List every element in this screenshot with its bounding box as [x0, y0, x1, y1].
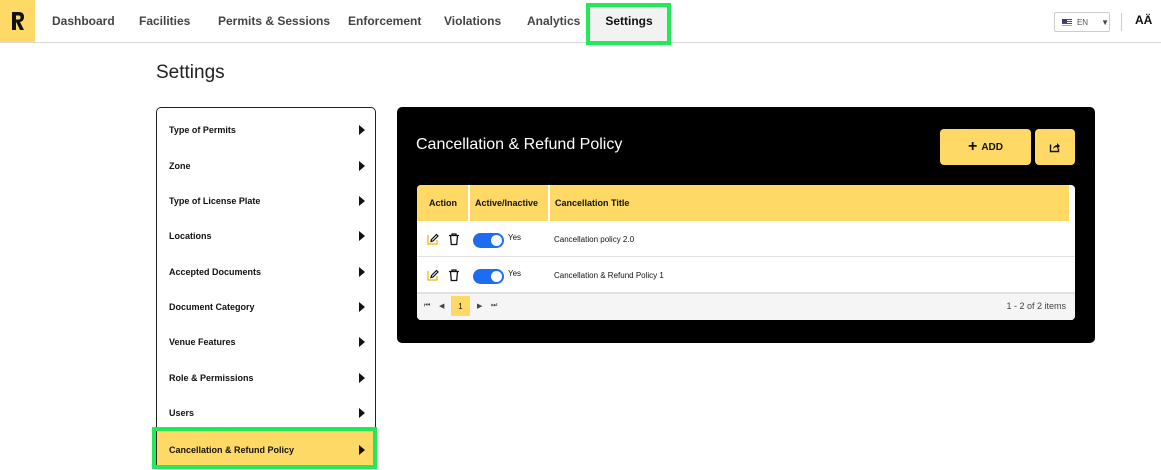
nav-permits-sessions[interactable]: Permits & Sessions — [218, 0, 330, 42]
column-header-action[interactable]: Action — [429, 185, 457, 221]
next-page-icon[interactable]: ▶ — [477, 302, 482, 310]
caret-right-icon — [359, 230, 365, 241]
caret-right-icon — [359, 407, 365, 418]
column-divider — [548, 185, 550, 221]
column-header-active-inactive[interactable]: Active/Inactive — [475, 185, 538, 221]
nav-enforcement[interactable]: Enforcement — [348, 0, 421, 42]
sidebar-item-locations[interactable]: Locations — [157, 218, 375, 253]
nav-dashboard[interactable]: Dashboard — [52, 0, 115, 42]
add-button[interactable]: + ADD — [940, 129, 1031, 165]
caret-right-icon — [359, 195, 365, 206]
language-select[interactable]: EN ▼ — [1054, 12, 1110, 32]
export-button[interactable] — [1035, 129, 1075, 165]
sidebar-item-label: Zone — [169, 160, 191, 171]
top-navbar: Dashboard Facilities Permits & Sessions … — [0, 0, 1161, 45]
column-divider — [468, 185, 470, 221]
nav-facilities[interactable]: Facilities — [139, 0, 190, 42]
sidebar-item-users[interactable]: Users — [157, 395, 375, 430]
active-status-label: Yes — [508, 233, 522, 242]
policy-table: Action Active/Inactive Cancellation Titl… — [417, 185, 1075, 320]
nav-violations[interactable]: Violations — [444, 0, 501, 42]
sidebar-item-label: Users — [169, 407, 195, 418]
share-icon — [1049, 143, 1060, 153]
sidebar-item-zone[interactable]: Zone — [157, 148, 375, 183]
sidebar-item-role-permissions[interactable]: Role & Permissions — [157, 360, 375, 395]
column-header-cancellation-title[interactable]: Cancellation Title — [555, 185, 629, 221]
sidebar-item-label: Type of License Plate — [169, 195, 261, 206]
sidebar-item-label: Venue Features — [169, 336, 236, 347]
sidebar-item-label: Cancellation & Refund Policy — [169, 445, 295, 455]
caret-right-icon — [359, 445, 365, 455]
sidebar-item-accepted-documents[interactable]: Accepted Documents — [157, 254, 375, 289]
caret-right-icon — [359, 160, 365, 171]
delete-icon[interactable] — [447, 268, 461, 282]
last-page-icon[interactable]: ⏭ — [491, 302, 497, 310]
page-title: Settings — [156, 62, 225, 83]
first-page-icon[interactable]: ⏮ — [424, 302, 430, 310]
plus-icon: + — [967, 138, 978, 155]
sidebar-item-document-category[interactable]: Document Category — [157, 289, 375, 324]
language-code: EN — [1076, 17, 1089, 27]
sidebar-item-type-of-permits[interactable]: Type of Permits — [157, 112, 375, 147]
sidebar-item-label: Locations — [169, 230, 212, 241]
table-header: Action Active/Inactive Cancellation Titl… — [417, 185, 1069, 221]
caret-right-icon — [359, 372, 365, 383]
table-row: Yes Cancellation policy 2.0 — [417, 221, 1075, 257]
active-status-label: Yes — [508, 269, 522, 278]
caret-right-icon — [359, 301, 365, 312]
logo-icon — [11, 12, 24, 30]
sidebar-item-label: Document Category — [169, 301, 255, 312]
divider — [1121, 13, 1122, 31]
active-toggle[interactable] — [473, 233, 504, 248]
caret-right-icon — [359, 124, 365, 135]
pager-info: 1 - 2 of 2 items — [1006, 301, 1066, 311]
chevron-down-icon: ▼ — [1101, 17, 1109, 27]
app-logo[interactable] — [0, 0, 35, 42]
cancellation-title-cell: Cancellation & Refund Policy 1 — [554, 271, 664, 280]
table-pager: ⏮ ◀ 1 ▶ ⏭ 1 - 2 of 2 items — [417, 293, 1075, 320]
nav-analytics[interactable]: Analytics — [527, 0, 580, 42]
settings-sidebar: Type of Permits Zone Type of License Pla… — [156, 107, 376, 469]
table-row: Yes Cancellation & Refund Policy 1 — [417, 257, 1075, 293]
font-size-button[interactable]: AÄ — [1135, 13, 1152, 27]
caret-right-icon — [359, 336, 365, 347]
edit-icon[interactable] — [426, 232, 440, 246]
add-button-label: ADD — [981, 141, 1003, 153]
edit-icon[interactable] — [426, 268, 440, 282]
policy-panel: Cancellation & Refund Policy + ADD Actio… — [397, 107, 1095, 343]
delete-icon[interactable] — [447, 232, 461, 246]
prev-page-icon[interactable]: ◀ — [439, 302, 444, 310]
sidebar-item-venue-features[interactable]: Venue Features — [157, 324, 375, 359]
sidebar-item-cancellation-refund-policy[interactable]: Cancellation & Refund Policy — [157, 430, 375, 468]
panel-title: Cancellation & Refund Policy — [416, 136, 623, 153]
sidebar-item-label: Type of Permits — [169, 124, 236, 135]
sidebar-item-type-of-license-plate[interactable]: Type of License Plate — [157, 183, 375, 218]
active-toggle[interactable] — [473, 269, 504, 284]
us-flag-icon — [1062, 18, 1072, 26]
current-page-button[interactable]: 1 — [451, 296, 470, 316]
cancellation-title-cell: Cancellation policy 2.0 — [554, 235, 635, 244]
caret-right-icon — [359, 266, 365, 277]
sidebar-item-label: Role & Permissions — [169, 372, 254, 383]
sidebar-item-label: Accepted Documents — [169, 266, 262, 277]
nav-settings[interactable]: Settings — [590, 3, 668, 42]
